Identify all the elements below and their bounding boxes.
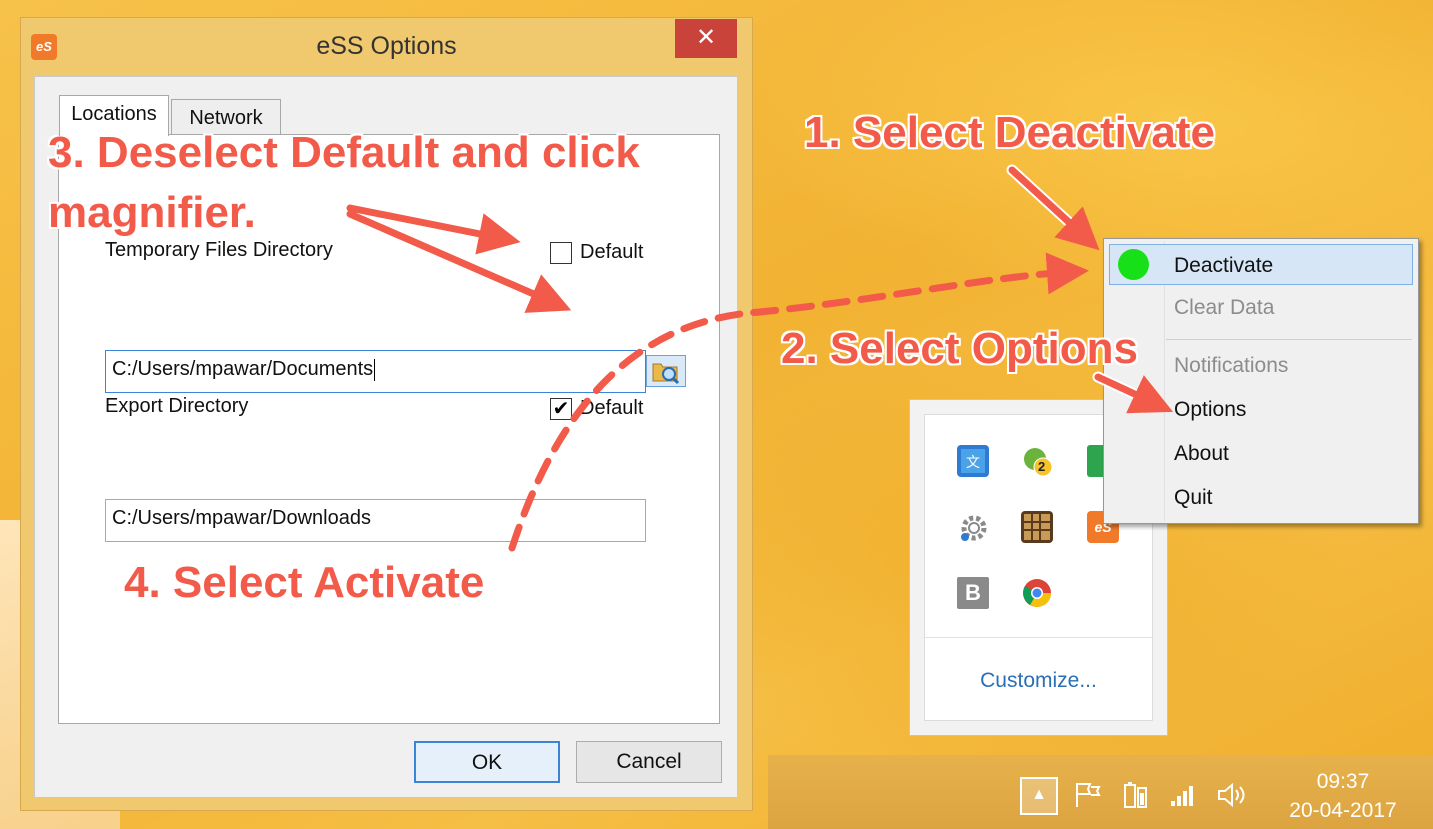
arrow-step1 bbox=[1008, 166, 1100, 251]
annotation-step1: 1. Select Deactivate bbox=[804, 108, 1215, 157]
arrow-step2 bbox=[1094, 373, 1174, 414]
arrow-step4-dashed bbox=[508, 252, 1089, 552]
annotation-step4: 4. Select Activate bbox=[124, 558, 485, 607]
annotation-step2: 2. Select Options bbox=[781, 324, 1138, 373]
tab-locations[interactable]: Locations bbox=[59, 95, 169, 136]
annotation-arrows bbox=[344, 164, 1174, 552]
annotation-step3-line2: magnifier. bbox=[48, 188, 256, 237]
